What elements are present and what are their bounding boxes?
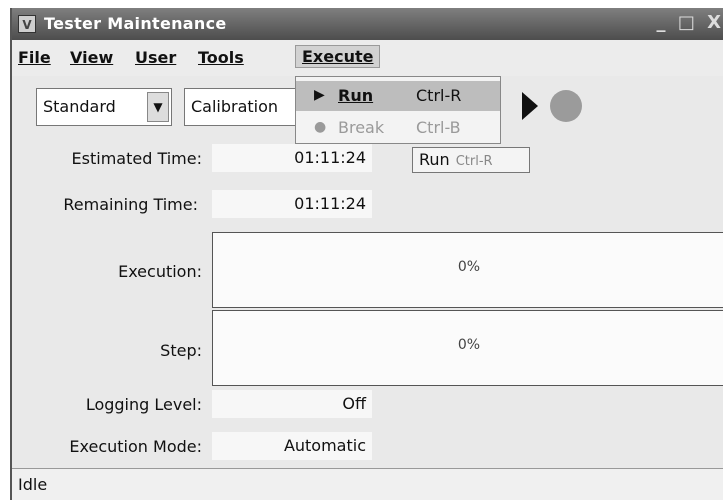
- execute-menu-dropdown: ▶ Run Ctrl-R ● Break Ctrl-B: [295, 76, 501, 144]
- execution-progress-text: 0%: [457, 259, 481, 275]
- app-icon: V: [18, 15, 36, 33]
- run-tooltip: Run Ctrl-R: [412, 147, 530, 173]
- tooltip-label: Run: [419, 150, 450, 169]
- chevron-down-icon[interactable]: ▼: [147, 92, 169, 122]
- minimize-icon[interactable]: _: [657, 12, 666, 33]
- mode-combo-value: Standard: [43, 97, 116, 116]
- menu-file-label: File: [18, 48, 51, 67]
- status-text: Idle: [18, 475, 48, 494]
- status-bar: Idle: [12, 468, 723, 500]
- execution-label: Execution:: [118, 262, 202, 281]
- execution-progress-bar: 0%: [212, 232, 723, 308]
- procedure-combo-value: Calibration: [191, 97, 279, 116]
- menu-item-break-label: Break: [338, 118, 385, 137]
- menu-tools[interactable]: Tools: [198, 48, 244, 67]
- menu-view-label: View: [70, 48, 114, 67]
- execution-mode-value[interactable]: Automatic: [212, 432, 372, 460]
- menu-execute-label: Execute: [302, 47, 374, 66]
- step-progress-bar: 0%: [212, 310, 723, 386]
- logging-level-label: Logging Level:: [85, 395, 202, 414]
- logging-level-value[interactable]: Off: [212, 390, 372, 418]
- menu-item-break: ● Break Ctrl-B: [296, 113, 500, 143]
- menu-item-break-accelerator: Ctrl-B: [416, 118, 461, 137]
- execution-mode-label: Execution Mode:: [69, 437, 202, 456]
- maximize-icon[interactable]: □: [678, 12, 695, 33]
- run-icon: ▶: [314, 87, 325, 103]
- window-title: Tester Maintenance: [44, 14, 227, 33]
- title-bar[interactable]: V Tester Maintenance _ □ X: [12, 8, 723, 40]
- tooltip-accelerator: Ctrl-R: [455, 154, 493, 169]
- menu-user-label: User: [135, 48, 177, 67]
- menu-bar: File View User Tools Execute: [12, 40, 723, 76]
- menu-file[interactable]: File: [18, 48, 51, 67]
- remaining-time-value: 01:11:24: [212, 190, 372, 218]
- menu-item-run[interactable]: ▶ Run Ctrl-R: [296, 81, 500, 111]
- estimated-time-label: Estimated Time:: [71, 149, 202, 168]
- menu-tools-label: Tools: [198, 48, 244, 67]
- mode-combo[interactable]: Standard ▼: [36, 88, 172, 126]
- remaining-time-label: Remaining Time:: [63, 195, 198, 214]
- menu-execute[interactable]: Execute: [295, 45, 381, 68]
- menu-user[interactable]: User: [135, 48, 176, 67]
- estimated-time-value: 01:11:24: [212, 144, 372, 172]
- close-icon[interactable]: X: [707, 12, 721, 33]
- tester-maintenance-window: V Tester Maintenance _ □ X File View Use…: [10, 8, 723, 500]
- menu-item-run-accelerator: Ctrl-R: [416, 86, 462, 105]
- step-progress-text: 0%: [457, 337, 481, 353]
- stop-icon[interactable]: [550, 90, 582, 122]
- menu-item-run-label: Run: [338, 86, 374, 105]
- step-label: Step:: [160, 341, 202, 360]
- window-controls: _ □ X: [651, 12, 721, 33]
- menu-view[interactable]: View: [70, 48, 113, 67]
- play-icon[interactable]: [522, 92, 538, 120]
- break-icon: ●: [314, 119, 327, 135]
